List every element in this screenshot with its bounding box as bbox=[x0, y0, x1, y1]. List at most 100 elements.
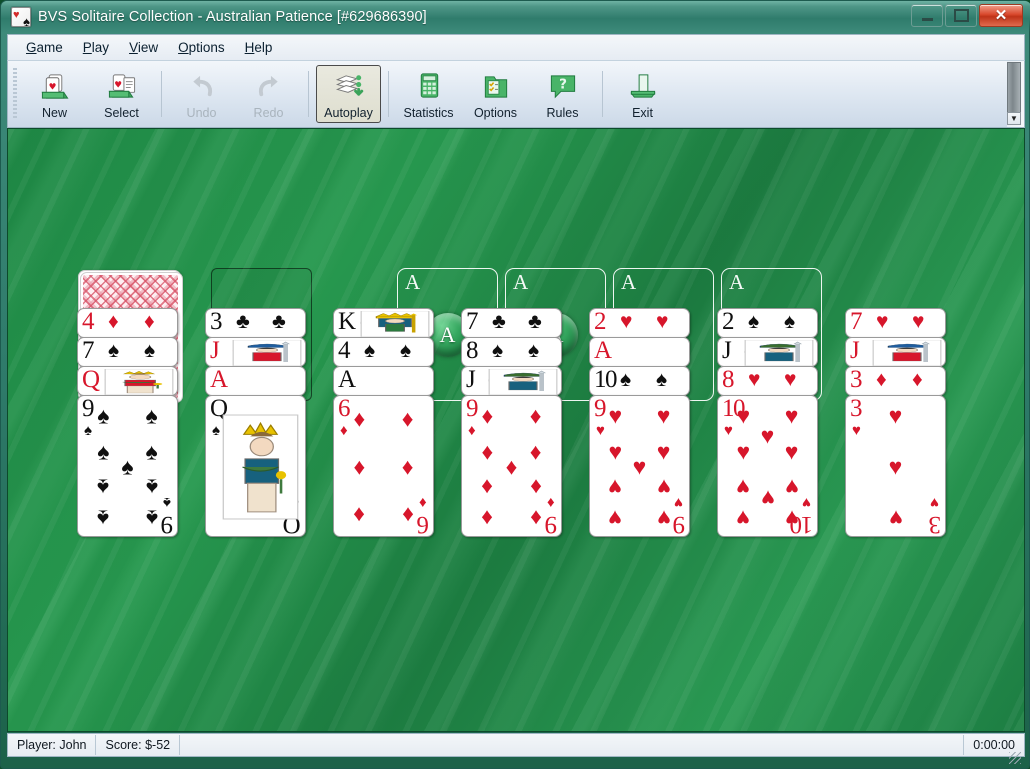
card-corner-suit: ♦ bbox=[468, 422, 476, 439]
chevron-down-icon[interactable]: ▼ bbox=[1007, 112, 1021, 125]
toolbar-button-redo[interactable]: Redo bbox=[236, 65, 301, 123]
window-controls: ✕ bbox=[909, 4, 1023, 27]
toolbar-button-autoplay[interactable]: Autoplay bbox=[316, 65, 381, 123]
card-pip: ♥ bbox=[888, 505, 903, 532]
tableau-card[interactable]: 3 ♣ ♣ bbox=[205, 308, 306, 338]
card-rank: 9 bbox=[594, 395, 607, 422]
tableau-card[interactable]: 7 ♥ ♥ bbox=[845, 308, 946, 338]
card-suit-pip: ♦ bbox=[912, 368, 923, 391]
card-rank: 3 bbox=[850, 395, 863, 422]
card-rank: Q bbox=[82, 366, 100, 393]
card-suit-pip: ♣ bbox=[492, 310, 506, 333]
menu-item-game[interactable]: Game bbox=[16, 37, 73, 58]
tableau-card[interactable]: 8 ♥ ♥ bbox=[717, 366, 818, 396]
card-pip: ♥ bbox=[888, 453, 903, 480]
card-corner-suit-bottom: ♥ bbox=[930, 494, 939, 511]
foundation-corner-rank: A bbox=[513, 270, 529, 294]
toolbar-button-options[interactable]: Options bbox=[463, 65, 528, 123]
card-suit-pip: ♣ bbox=[236, 310, 250, 333]
menu-label-play: lay bbox=[91, 40, 110, 55]
card-suit-pip: ♥ bbox=[748, 368, 761, 391]
card-rank: 6 bbox=[338, 395, 351, 422]
card-rank: A bbox=[594, 337, 612, 364]
tableau-card[interactable]: 2 ♥ ♥ bbox=[589, 308, 690, 338]
toolbar-button-statistics[interactable]: Statistics bbox=[396, 65, 461, 123]
card-suit-pip: ♦ bbox=[144, 310, 155, 333]
card-suit-pip: ♠ bbox=[400, 339, 412, 362]
card-pip: ♦ bbox=[481, 505, 494, 532]
tableau-card[interactable]: 10 ♥ 10 ♥ ♥ ♥ ♥ ♥ ♥ ♥ ♥ ♥ ♥ ♥ bbox=[717, 395, 818, 537]
toolbar-button-select[interactable]: ♥ Select bbox=[89, 65, 154, 123]
tableau-card[interactable]: J♣ bbox=[461, 366, 562, 396]
card-pip: ♠ bbox=[145, 474, 158, 501]
tableau-card[interactable]: 8 ♠ ♠ bbox=[461, 337, 562, 367]
tableau-card[interactable]: 3 ♥ 3 ♥ ♥ ♥ ♥ bbox=[845, 395, 946, 537]
card-pip: ♥ bbox=[632, 453, 647, 480]
toolbar-button-undo[interactable]: Undo bbox=[169, 65, 234, 123]
menu-item-options[interactable]: Options bbox=[168, 37, 235, 58]
toolbar-button-rules[interactable]: ? Rules bbox=[530, 65, 595, 123]
card-suit-pip: ♥ bbox=[912, 310, 925, 333]
tableau-card[interactable]: 4 ♦ ♦ bbox=[77, 308, 178, 338]
card-pips: ♦ ♦ ♦ ♦ ♦ ♦ ♦ ♦ ♦ bbox=[478, 404, 545, 531]
tableau-card[interactable]: 7 ♣ ♣ bbox=[461, 308, 562, 338]
card-pip: ♥ bbox=[736, 505, 751, 532]
card-suit-pip: ♥ bbox=[876, 310, 889, 333]
tableau-card[interactable]: Q♦ bbox=[77, 366, 178, 396]
tableau-card[interactable]: 10 ♠ ♠ bbox=[589, 366, 690, 396]
card-pips: ♥ ♥ ♥ bbox=[862, 404, 929, 531]
card-rank: 9 bbox=[82, 395, 95, 422]
card-pip: ♥ bbox=[760, 422, 775, 449]
card-pip: ♦ bbox=[505, 453, 518, 480]
tableau-card[interactable]: A bbox=[589, 337, 690, 367]
redo-icon bbox=[253, 71, 285, 102]
tableau-card[interactable]: 7 ♠ ♠ bbox=[77, 337, 178, 367]
card-rank: 4 bbox=[338, 337, 351, 364]
court-face-art bbox=[222, 414, 299, 520]
card-suit-pip: ♥ bbox=[656, 310, 669, 333]
tableau-card[interactable]: 9 ♠ 9 ♠ ♠ ♠ ♠ ♠ ♠ ♠ ♠ ♠ ♠ bbox=[77, 395, 178, 537]
status-score: Score: $-52 bbox=[96, 735, 181, 755]
card-pip: ♠ bbox=[145, 505, 158, 532]
toolbar-button-exit[interactable]: Exit bbox=[610, 65, 675, 123]
menu-item-view[interactable]: View bbox=[119, 37, 168, 58]
tableau-card[interactable]: A bbox=[333, 366, 434, 396]
card-pip: ♠ bbox=[121, 453, 134, 480]
menu-accel-g: G bbox=[26, 40, 37, 55]
tableau-card[interactable]: 2 ♠ ♠ bbox=[717, 308, 818, 338]
card-pip: ♦ bbox=[529, 438, 542, 465]
tableau-card[interactable]: 4 ♠ ♠ bbox=[333, 337, 434, 367]
toolbar-grip[interactable] bbox=[13, 68, 17, 120]
toolbar-scrollbar[interactable]: ▼ bbox=[1007, 61, 1024, 127]
tableau-card[interactable]: Q♠Q♠ bbox=[205, 395, 306, 537]
card-suit-pip: ♠ bbox=[656, 368, 668, 391]
card-rank: A bbox=[338, 366, 356, 393]
tableau-card[interactable]: 9 ♥ 9 ♥ ♥ ♥ ♥ ♥ ♥ ♥ ♥ ♥ ♥ bbox=[589, 395, 690, 537]
tableau-card[interactable]: 3 ♦ ♦ bbox=[845, 366, 946, 396]
toolbar-label-rules: Rules bbox=[546, 106, 579, 120]
menu-bar: Game Play View Options Help bbox=[7, 34, 1025, 60]
resize-grip[interactable] bbox=[1009, 752, 1021, 764]
tableau-card[interactable]: A bbox=[205, 366, 306, 396]
card-corner-suit: ♥ bbox=[596, 422, 605, 439]
card-pip: ♥ bbox=[656, 402, 671, 429]
tableau-card[interactable]: 9 ♦ 9 ♦ ♦ ♦ ♦ ♦ ♦ ♦ ♦ ♦ ♦ bbox=[461, 395, 562, 537]
card-corner-suit: ♠ bbox=[84, 422, 92, 439]
maximize-button[interactable] bbox=[945, 4, 977, 27]
tableau-card[interactable]: J♥ bbox=[845, 337, 946, 367]
card-pip: ♦ bbox=[529, 402, 542, 429]
menu-item-play[interactable]: Play bbox=[73, 37, 119, 58]
foundation-orb-rank: A bbox=[439, 321, 456, 347]
tableau-card[interactable]: K♠ bbox=[333, 308, 434, 338]
court-face-art bbox=[104, 369, 174, 395]
card-suit-pip: ♦ bbox=[876, 368, 887, 391]
tableau-card[interactable]: J♠ bbox=[717, 337, 818, 367]
tableau-card[interactable]: J♦ bbox=[205, 337, 306, 367]
card-pips: ♠ ♠ ♠ ♠ ♠ ♠ ♠ ♠ ♠ bbox=[94, 404, 161, 531]
minimize-button[interactable] bbox=[911, 4, 943, 27]
close-button[interactable]: ✕ bbox=[979, 4, 1023, 27]
card-rank-bottom: 9 bbox=[674, 511, 685, 537]
menu-item-help[interactable]: Help bbox=[235, 37, 283, 58]
tableau-card[interactable]: 6 ♦ 6 ♦ ♦ ♦ ♦ ♦ ♦ ♦ bbox=[333, 395, 434, 537]
toolbar-button-new[interactable]: ♥ New bbox=[22, 65, 87, 123]
